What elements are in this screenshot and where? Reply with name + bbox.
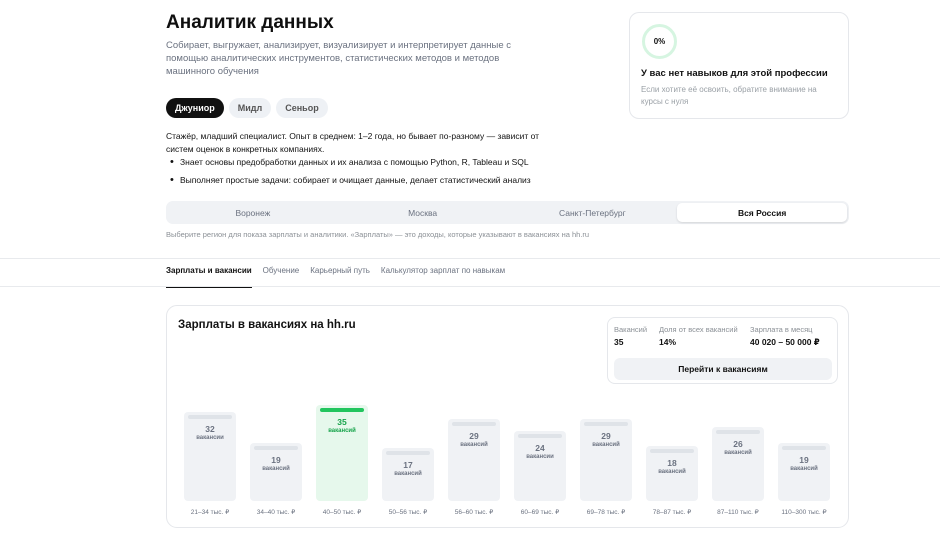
salary-bar[interactable]: 35 вакансий	[316, 405, 368, 501]
salary-bar[interactable]: 19 вакансий	[778, 443, 830, 501]
bar-indicator	[452, 422, 496, 426]
bar-category-label: 60–69 тыс. ₽	[520, 509, 560, 516]
salary-bar[interactable]: 29 вакансий	[580, 419, 632, 501]
bar-count: 19	[271, 455, 281, 465]
bar-category-label: 87–110 тыс. ₽	[717, 509, 759, 516]
region-hint: Выберите регион для показа зарплаты и ан…	[166, 230, 590, 239]
tab-education[interactable]: Обучение	[263, 266, 300, 288]
salary-bar[interactable]: 32 вакансии	[184, 412, 236, 501]
skills-list: Знает основы предобработки данных и их а…	[170, 156, 531, 193]
bar-count: 17	[403, 460, 413, 470]
skill-bullet: Знает основы предобработки данных и их а…	[170, 156, 531, 168]
bar-unit: вакансии	[526, 454, 554, 460]
region-all-russia[interactable]: Вся Россия	[677, 203, 847, 222]
skill-bullet: Выполняет простые задачи: собирает и очи…	[170, 174, 531, 186]
bar-unit: вакансий	[394, 471, 422, 477]
bar-indicator	[518, 434, 562, 438]
divider	[0, 258, 940, 259]
bar-unit: вакансий	[592, 442, 620, 448]
bar-count: 32	[205, 424, 215, 434]
bar-unit: вакансий	[262, 466, 290, 472]
tab-career[interactable]: Карьерный путь	[310, 266, 370, 288]
bar-indicator	[386, 451, 430, 455]
salary-panel: Зарплаты в вакансиях на hh.ru Вакансий 3…	[166, 305, 849, 528]
level-selector: Джуниор Мидл Сеньор	[166, 98, 328, 118]
bar-indicator	[716, 430, 760, 434]
bar-count: 18	[667, 458, 677, 468]
bar-indicator	[650, 449, 694, 453]
level-description: Стажёр, младший специалист. Опыт в средн…	[166, 131, 540, 154]
bar-count: 35	[337, 417, 347, 427]
skills-card: 0% У вас нет навыков для этой профессии …	[629, 12, 849, 119]
bar-indicator	[320, 408, 364, 412]
salary-bar[interactable]: 17 вакансий	[382, 448, 434, 501]
skills-progress-ring: 0%	[642, 24, 677, 59]
region-moscow[interactable]: Москва	[338, 203, 508, 222]
region-selector: Воронеж Москва Санкт-Петербург Вся Росси…	[166, 201, 849, 224]
bar-category-label: 40–50 тыс. ₽	[322, 509, 362, 516]
bar-category-label: 50–56 тыс. ₽	[388, 509, 428, 516]
bar-category-label: 78–87 тыс. ₽	[652, 509, 692, 516]
skills-title: У вас нет навыков для этой профессии	[641, 68, 828, 79]
bar-unit: вакансий	[658, 469, 686, 475]
bar-indicator	[188, 415, 232, 419]
bar-unit: вакансии	[196, 435, 224, 441]
salary-bar[interactable]: 19 вакансий	[250, 443, 302, 501]
bar-count: 26	[733, 439, 743, 449]
bar-category-label: 21–34 тыс. ₽	[190, 509, 230, 516]
bar-category-label: 56–60 тыс. ₽	[454, 509, 494, 516]
region-spb[interactable]: Санкт-Петербург	[508, 203, 678, 222]
skills-note: Если хотите её освоить, обратите внимани…	[641, 85, 817, 106]
tab-calculator[interactable]: Калькулятор зарплат по навыкам	[381, 266, 505, 288]
profession-description: Собирает, выгружает, анализирует, визуал…	[166, 40, 512, 77]
tabs: Зарплаты и вакансии Обучение Карьерный п…	[166, 266, 505, 288]
bar-category-label: 110–300 тыс. ₽	[781, 509, 827, 516]
bar-count: 19	[799, 455, 809, 465]
bar-indicator	[782, 446, 826, 450]
salary-bar[interactable]: 26 вакансий	[712, 427, 764, 501]
salary-bar[interactable]: 24 вакансии	[514, 431, 566, 501]
bar-count: 24	[535, 443, 545, 453]
bar-unit: вакансий	[328, 428, 356, 434]
bar-category-label: 34–40 тыс. ₽	[256, 509, 296, 516]
level-junior[interactable]: Джуниор	[166, 98, 224, 118]
salary-bar[interactable]: 29 вакансий	[448, 419, 500, 501]
profession-title: Аналитик данных	[166, 12, 334, 33]
bar-indicator	[584, 422, 628, 426]
bar-count: 29	[469, 431, 479, 441]
tab-salaries[interactable]: Зарплаты и вакансии	[166, 266, 252, 288]
level-senior[interactable]: Сеньор	[276, 98, 328, 118]
bar-unit: вакансий	[460, 442, 488, 448]
salary-bar[interactable]: 18 вакансий	[646, 446, 698, 501]
salary-chart: 32 вакансии 21–34 тыс. ₽19 вакансий 34–40 ты…	[167, 306, 850, 529]
bar-category-label: 69–78 тыс. ₽	[586, 509, 626, 516]
level-middle[interactable]: Мидл	[228, 98, 272, 118]
bar-count: 29	[601, 431, 611, 441]
bar-indicator	[254, 446, 298, 450]
bar-unit: вакансий	[724, 450, 752, 456]
divider	[0, 286, 940, 287]
bar-unit: вакансий	[790, 466, 818, 472]
region-voronezh[interactable]: Воронеж	[168, 203, 338, 222]
